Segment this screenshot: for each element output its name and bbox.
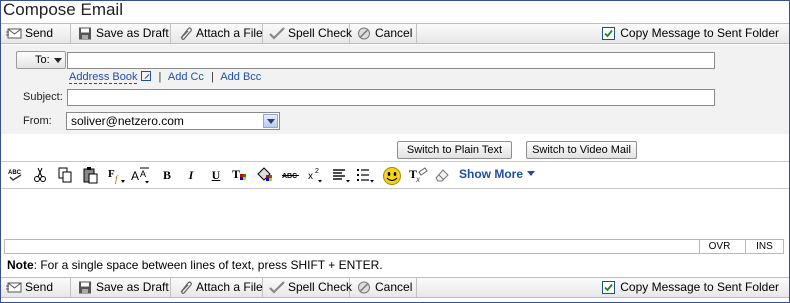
cancel-button[interactable]: Cancel <box>351 278 417 297</box>
copy-icon[interactable] <box>56 166 74 184</box>
from-label: From: <box>23 115 52 127</box>
top-toolbar: Send Save as Draft Attach a File Spell C… <box>1 23 789 44</box>
checkmark-icon <box>604 29 613 38</box>
bold-icon[interactable]: B <box>158 166 176 184</box>
font-family-icon[interactable]: Ff <box>107 166 125 184</box>
paperclip-icon <box>180 27 192 40</box>
align-icon[interactable] <box>332 166 350 184</box>
attach-file-label: Attach a File <box>196 26 263 40</box>
send-button[interactable]: Send <box>1 24 71 43</box>
floppy-disk-icon <box>79 281 91 294</box>
highlight-color-icon[interactable] <box>256 166 274 184</box>
italic-icon[interactable]: I <box>182 166 200 184</box>
svg-text:ABC: ABC <box>282 173 297 180</box>
add-cc-link[interactable]: Add Cc <box>168 71 204 83</box>
emoticon-icon[interactable] <box>382 166 402 185</box>
from-selected-value: soliver@netzero.com <box>71 114 184 128</box>
send-envelope-icon <box>6 28 22 39</box>
copy-to-sent-checkbox[interactable] <box>602 281 616 294</box>
spell-check-button[interactable]: Spell Check <box>264 278 353 297</box>
subject-label: Subject: <box>23 91 63 103</box>
text-color-icon[interactable]: T <box>231 166 249 184</box>
attach-file-button[interactable]: Attach a File <box>172 24 263 43</box>
cancel-circle-icon <box>358 27 370 40</box>
dropdown-arrow-icon[interactable] <box>263 114 278 128</box>
spell-abc-icon[interactable]: ABC <box>7 166 25 184</box>
cancel-label: Cancel <box>375 26 413 40</box>
send-envelope-icon <box>6 282 22 293</box>
to-label: To: <box>35 54 50 66</box>
address-book-link[interactable]: Address Book <box>69 71 138 84</box>
checkmark-icon <box>604 283 613 292</box>
strikethrough-icon[interactable]: ABC <box>282 166 300 184</box>
add-bcc-link[interactable]: Add Bcc <box>220 71 261 83</box>
cancel-label: Cancel <box>375 280 413 294</box>
copy-to-sent-option: Copy Message to Sent Folder <box>600 24 779 43</box>
underline-icon[interactable]: U <box>207 166 225 184</box>
cancel-button[interactable]: Cancel <box>351 24 417 43</box>
paste-icon[interactable] <box>81 166 99 184</box>
cancel-circle-icon <box>358 281 370 294</box>
editor-status-bar: OVR INS <box>4 239 784 254</box>
note-text: : For a single space between lines of te… <box>33 258 383 272</box>
floppy-disk-icon <box>79 27 91 40</box>
spell-check-label: Spell Check <box>288 26 353 40</box>
show-more-label: Show More <box>459 167 524 181</box>
format-toolbar: ABC Ff AA B I U T ABC x2 Tx Show More <box>1 161 789 189</box>
ovr-indicator: OVR <box>699 240 739 253</box>
send-label: Send <box>25 26 54 40</box>
chevron-down-icon <box>54 58 62 63</box>
svg-text:A: A <box>140 169 146 179</box>
svg-text:F: F <box>108 168 115 180</box>
chevron-down-icon <box>527 171 536 176</box>
send-button[interactable]: Send <box>1 278 71 297</box>
copy-to-sent-label: Copy Message to Sent Folder <box>620 26 779 40</box>
svg-text:2: 2 <box>315 168 319 175</box>
copy-to-sent-option: Copy Message to Sent Folder <box>600 278 779 297</box>
superscript-icon[interactable]: x2 <box>307 166 325 184</box>
save-draft-button[interactable]: Save as Draft <box>72 24 171 43</box>
send-label: Send <box>25 280 54 294</box>
editor-note: Note: For a single space between lines o… <box>7 258 383 272</box>
switch-video-mail-button[interactable]: Switch to Video Mail <box>526 141 637 159</box>
spell-check-button[interactable]: Spell Check <box>264 24 353 43</box>
font-size-icon[interactable]: AA <box>131 166 149 184</box>
cut-icon[interactable] <box>31 166 49 184</box>
to-field[interactable] <box>67 52 715 69</box>
save-draft-button[interactable]: Save as Draft <box>72 278 171 297</box>
link-separator: | <box>158 71 162 83</box>
copy-to-sent-checkbox[interactable] <box>602 27 616 40</box>
remove-format-icon[interactable]: Tx <box>409 166 428 184</box>
note-label: Note <box>7 258 34 272</box>
list-icon[interactable] <box>356 166 374 184</box>
svg-text:f: f <box>115 174 119 184</box>
page-title: Compose Email <box>3 0 123 19</box>
svg-text:T: T <box>232 167 240 181</box>
from-select[interactable]: soliver@netzero.com <box>66 112 280 130</box>
switch-plain-text-button[interactable]: Switch to Plain Text <box>397 141 512 159</box>
attach-file-button[interactable]: Attach a File <box>172 278 263 297</box>
show-more-link[interactable]: Show More <box>459 167 536 181</box>
link-separator: | <box>211 71 214 83</box>
ins-indicator: INS <box>745 240 783 253</box>
paperclip-icon <box>180 281 192 294</box>
spell-check-label: Spell Check <box>288 280 353 294</box>
message-body-editor[interactable] <box>1 190 789 239</box>
subject-field[interactable] <box>67 89 715 106</box>
svg-text:x: x <box>308 171 313 182</box>
recipient-links: Address Book | Add Cc | Add Bcc <box>69 71 261 84</box>
check-mark-icon <box>269 27 285 40</box>
bottom-toolbar: Send Save as Draft Attach a File Spell C… <box>1 277 789 298</box>
copy-to-sent-label: Copy Message to Sent Folder <box>620 280 779 294</box>
eraser-icon[interactable] <box>433 166 451 184</box>
attach-file-label: Attach a File <box>196 280 263 294</box>
svg-text:A: A <box>131 169 139 183</box>
to-button[interactable]: To: <box>16 51 66 69</box>
save-draft-label: Save as Draft <box>96 280 169 294</box>
check-mark-icon <box>269 281 285 294</box>
svg-text:x: x <box>415 175 421 184</box>
save-draft-label: Save as Draft <box>96 26 169 40</box>
popup-window-icon[interactable] <box>141 71 152 81</box>
